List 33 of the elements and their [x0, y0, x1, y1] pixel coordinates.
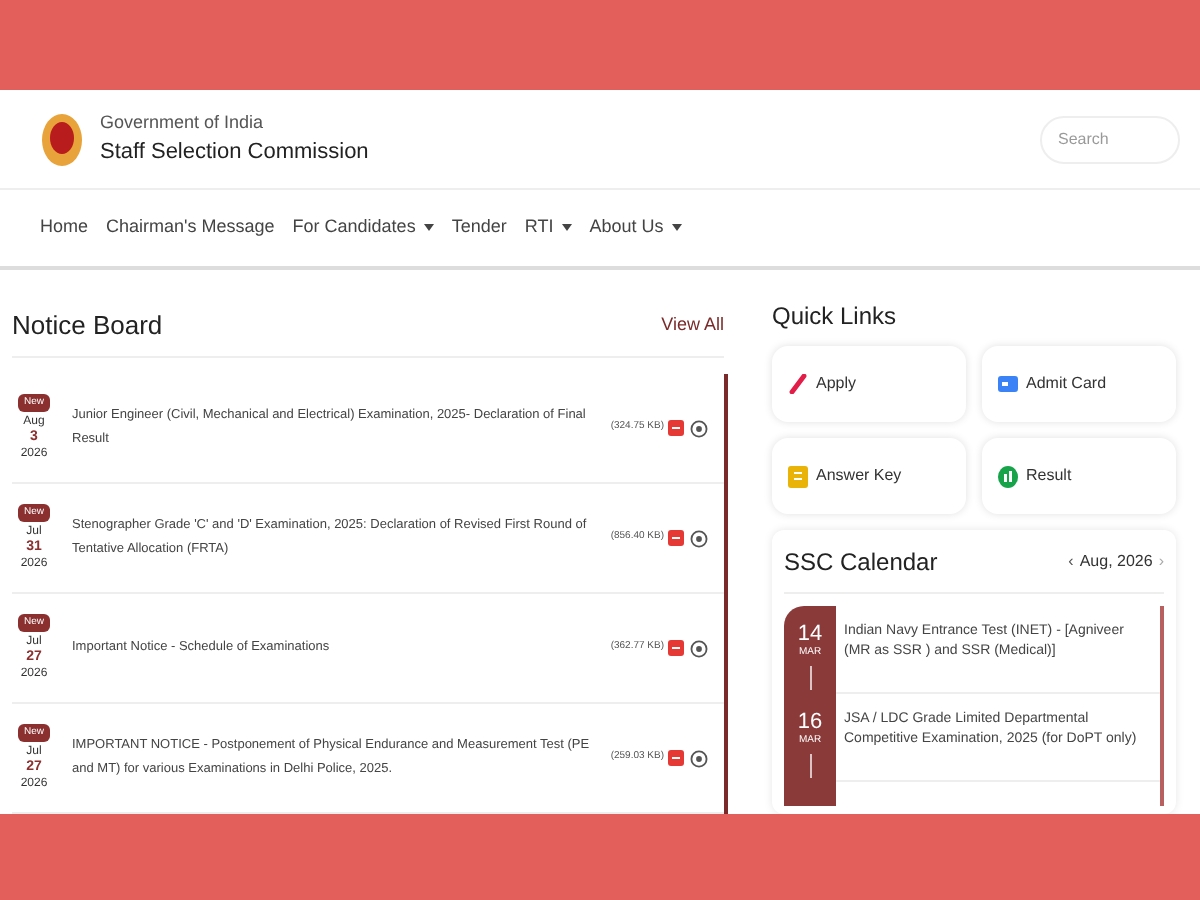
- calendar-title: SSC Calendar: [784, 545, 938, 579]
- nav-link[interactable]: For Candidates: [292, 214, 434, 242]
- caret-icon: [561, 224, 572, 232]
- panel-title: Quick Links: [772, 300, 899, 334]
- view-all-link[interactable]: View All: [661, 311, 724, 339]
- eye-icon[interactable]: [690, 529, 708, 547]
- eye-icon[interactable]: [690, 639, 708, 657]
- event-day: 14: [797, 622, 823, 646]
- nav-link[interactable]: RTI: [524, 214, 572, 242]
- eye-icon[interactable]: [690, 419, 708, 437]
- nav-link[interactable]: Home: [40, 214, 89, 242]
- quick-link-button[interactable]: Answer Key: [772, 438, 966, 514]
- quick-link-button[interactable]: Admit Card: [982, 346, 1176, 422]
- pdf-file-icon[interactable]: [668, 530, 684, 546]
- calendar-month: Aug, 2026: [1079, 549, 1153, 573]
- emblem-icon: [40, 111, 84, 167]
- quick-link-button[interactable]: Apply: [772, 346, 966, 422]
- caret-icon: [423, 224, 434, 232]
- pdf-file-icon[interactable]: [668, 420, 684, 436]
- previous-month-button[interactable]: ‹: [1068, 549, 1074, 573]
- nav-link[interactable]: Chairman's Message: [106, 214, 275, 242]
- nav-link[interactable]: About Us: [589, 214, 682, 242]
- site-title: Staff Selection Commission: [100, 138, 369, 168]
- pdf-file-icon[interactable]: [668, 750, 684, 766]
- nav-link[interactable]: Tender: [451, 214, 507, 242]
- pdf-file-icon[interactable]: [668, 640, 684, 656]
- caret-icon: [671, 224, 682, 232]
- quick-link-button[interactable]: Result: [982, 438, 1176, 514]
- org-line: Government of India: [100, 109, 266, 135]
- search-field[interactable]: Search: [1040, 115, 1180, 163]
- eye-icon[interactable]: [690, 749, 708, 767]
- panel-title: Notice Board: [12, 307, 163, 344]
- event-day: 16: [797, 710, 823, 734]
